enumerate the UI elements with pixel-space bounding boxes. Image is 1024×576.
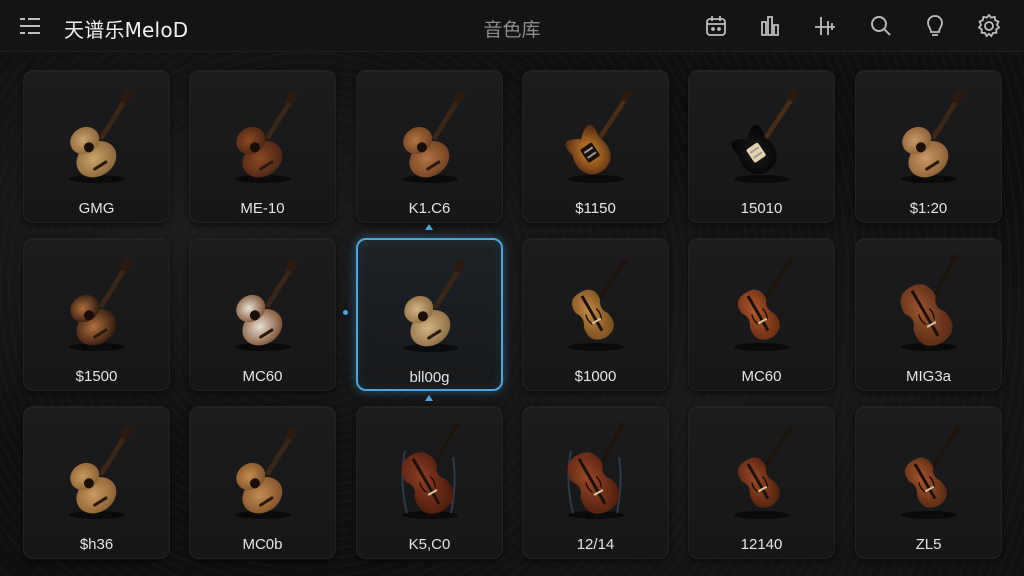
instrument-tile[interactable]: 15010 xyxy=(688,70,835,223)
instrument-label: $1000 xyxy=(574,368,617,385)
instrument-tile[interactable]: MC60 xyxy=(688,238,835,391)
app-title: 天谱乐MeloD xyxy=(64,18,189,42)
instrument-label: GMG xyxy=(78,200,115,217)
equalizer-icon[interactable] xyxy=(757,13,783,39)
selection-marker-top xyxy=(425,224,433,230)
waveform-icon[interactable] xyxy=(812,13,838,39)
instrument-label: K5,C0 xyxy=(408,536,451,553)
instrument-tile[interactable]: $1000 xyxy=(522,238,669,391)
instrument-tile[interactable]: ME-10 xyxy=(189,70,336,223)
instrument-label: 12140 xyxy=(740,536,783,553)
calendar-icon[interactable] xyxy=(703,13,729,39)
instrument-label: K1.C6 xyxy=(408,200,451,217)
instrument-label: MC0b xyxy=(242,536,283,553)
instrument-tile[interactable]: bll00g xyxy=(356,238,503,391)
instrument-label: ZL5 xyxy=(915,536,942,553)
instrument-label: bll00g xyxy=(409,369,450,386)
gear-icon[interactable] xyxy=(976,13,1002,39)
instrument-tile[interactable]: 12140 xyxy=(688,406,835,559)
selection-marker-bottom xyxy=(425,395,433,401)
instrument-label: 12/14 xyxy=(576,536,615,553)
bulb-icon[interactable] xyxy=(922,13,948,39)
instrument-tile[interactable]: $1150 xyxy=(522,70,669,223)
instrument-tile[interactable]: GMG xyxy=(23,70,170,223)
instrument-tile[interactable]: MIG3a xyxy=(855,238,1002,391)
instrument-tile[interactable]: MC0b xyxy=(189,406,336,559)
instrument-label: $h36 xyxy=(79,536,114,553)
instrument-label: 15010 xyxy=(740,200,783,217)
instrument-label: $1:20 xyxy=(909,200,948,217)
instrument-label: ME-10 xyxy=(240,200,285,217)
instrument-tile[interactable]: $1500 xyxy=(23,238,170,391)
search-icon[interactable] xyxy=(868,13,894,39)
instrument-label: $1500 xyxy=(75,368,118,385)
instrument-tile[interactable]: K5,C0 xyxy=(356,406,503,559)
instrument-tile[interactable]: $1:20 xyxy=(855,70,1002,223)
instrument-tile[interactable]: MC60 xyxy=(189,238,336,391)
instrument-tile[interactable]: ZL5 xyxy=(855,406,1002,559)
top-bar: 天谱乐MeloD 音色库 xyxy=(0,0,1024,52)
instrument-tile[interactable]: K1.C6 xyxy=(356,70,503,223)
instrument-tile[interactable]: 12/14 xyxy=(522,406,669,559)
instrument-label: MC60 xyxy=(242,368,283,385)
instrument-label: MC60 xyxy=(741,368,782,385)
selection-marker-left xyxy=(343,310,348,315)
instrument-label: $1150 xyxy=(575,200,616,217)
instrument-tile[interactable]: $h36 xyxy=(23,406,170,559)
instrument-label: MIG3a xyxy=(905,368,951,385)
menu-icon[interactable] xyxy=(18,15,44,37)
